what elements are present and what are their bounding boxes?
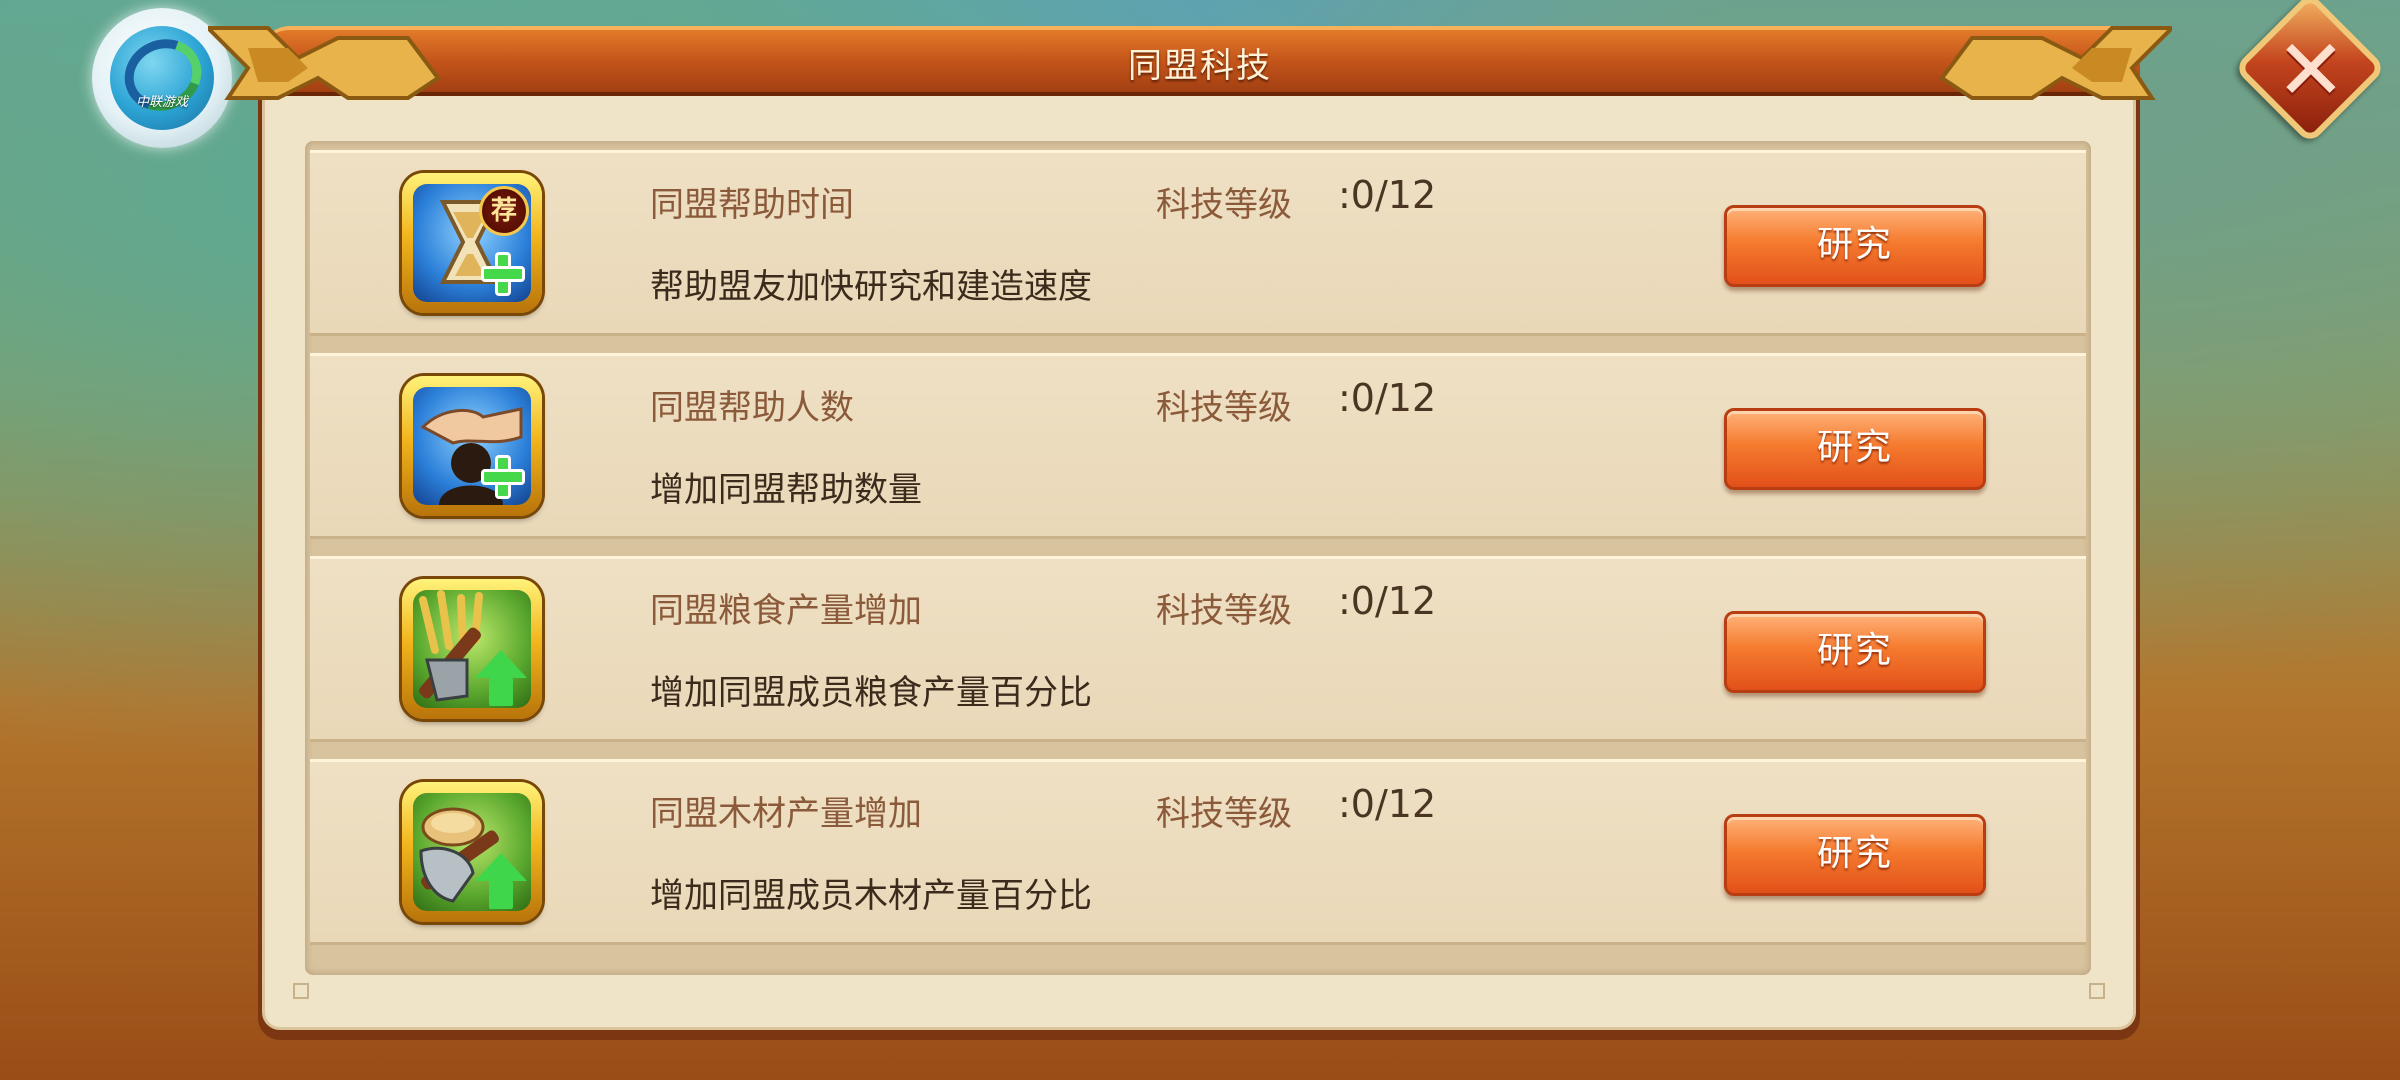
research-button[interactable]: 研究 bbox=[1724, 205, 1986, 287]
tech-description: 增加同盟成员粮食产量百分比 bbox=[650, 673, 1092, 713]
wood-axe-up-arrow-icon bbox=[413, 793, 531, 911]
research-button[interactable]: 研究 bbox=[1724, 611, 1986, 693]
tech-name: 同盟帮助时间 bbox=[650, 185, 854, 225]
up-arrow-stem bbox=[489, 881, 513, 909]
logo-text: 中联游戏 bbox=[135, 95, 188, 110]
tech-name: 同盟木材产量增加 bbox=[650, 794, 922, 834]
up-arrow-icon bbox=[475, 650, 527, 678]
tech-name: 同盟粮食产量增加 bbox=[650, 591, 922, 631]
plus-icon bbox=[481, 252, 525, 296]
hourglass-plus-icon: 荐 bbox=[413, 184, 531, 302]
corner-ornament bbox=[2089, 983, 2105, 999]
tech-icon-frame bbox=[402, 376, 542, 516]
tech-level-value: :0/12 bbox=[1338, 782, 1437, 826]
up-arrow-icon bbox=[475, 853, 527, 881]
close-button[interactable]: ✕ bbox=[2226, 0, 2396, 145]
plus-icon bbox=[481, 455, 525, 499]
tech-level-label: 科技等级 bbox=[1156, 185, 1292, 225]
tech-icon-frame bbox=[402, 782, 542, 922]
tech-description: 增加同盟帮助数量 bbox=[650, 470, 922, 510]
tech-description: 帮助盟友加快研究和建造速度 bbox=[650, 267, 1092, 307]
tech-row-wood-production: 同盟木材产量增加 科技等级 :0/12 增加同盟成员木材产量百分比 研究 bbox=[310, 759, 2086, 945]
tech-level-value: :0/12 bbox=[1338, 173, 1437, 217]
title-wing-ornament-right bbox=[1939, 26, 2172, 100]
tech-level-label: 科技等级 bbox=[1156, 388, 1292, 428]
handshake-plus-icon bbox=[413, 387, 531, 505]
tech-row-help-time: 荐 同盟帮助时间 科技等级 :0/12 帮助盟友加快研究和建造速度 研究 bbox=[310, 150, 2086, 336]
corner-ornament bbox=[293, 983, 309, 999]
close-icon: ✕ bbox=[2275, 21, 2347, 119]
recommended-badge: 荐 bbox=[479, 186, 529, 236]
tech-level-value: :0/12 bbox=[1338, 376, 1437, 420]
up-arrow-stem bbox=[489, 678, 513, 706]
tech-name: 同盟帮助人数 bbox=[650, 388, 854, 428]
title-wing-ornament-left bbox=[208, 26, 441, 100]
tech-icon-frame bbox=[402, 579, 542, 719]
tech-icon-frame: 荐 bbox=[402, 173, 542, 313]
research-button[interactable]: 研究 bbox=[1724, 814, 1986, 896]
tech-level-label: 科技等级 bbox=[1156, 794, 1292, 834]
tech-row-food-production: 同盟粮食产量增加 科技等级 :0/12 增加同盟成员粮食产量百分比 研究 bbox=[310, 556, 2086, 742]
tech-row-help-count: 同盟帮助人数 科技等级 :0/12 增加同盟帮助数量 研究 bbox=[310, 353, 2086, 539]
research-button[interactable]: 研究 bbox=[1724, 408, 1986, 490]
tech-description: 增加同盟成员木材产量百分比 bbox=[650, 876, 1092, 916]
tech-level-value: :0/12 bbox=[1338, 579, 1437, 623]
wheat-hoe-up-arrow-icon bbox=[413, 590, 531, 708]
tech-level-label: 科技等级 bbox=[1156, 591, 1292, 631]
